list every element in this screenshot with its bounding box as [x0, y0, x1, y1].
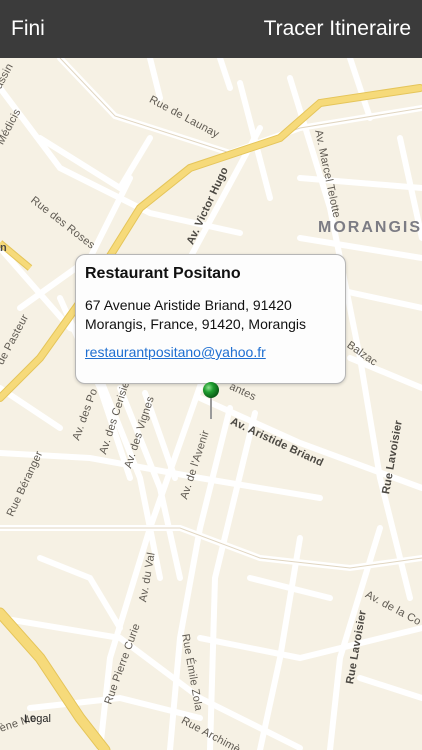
done-button[interactable]: Fini	[11, 17, 45, 41]
place-callout[interactable]: Restaurant Positano 67 Avenue Aristide B…	[75, 254, 346, 384]
city-label: MORANGIS	[318, 219, 422, 236]
map-view[interactable]: Rue de Launay Médicis assin Av. Marcel T…	[0, 58, 422, 750]
address-line-2: Morangis, France, 91420, Morangis	[85, 316, 306, 332]
street-label: n	[0, 242, 7, 254]
address-line-1: 67 Avenue Aristide Briand, 91420	[85, 297, 292, 313]
place-name: Restaurant Positano	[85, 265, 241, 282]
legal-link[interactable]: Legal	[24, 713, 51, 725]
directions-button[interactable]: Tracer Itineraire	[264, 17, 411, 41]
email-link[interactable]: restaurantpositano@yahoo.fr	[85, 344, 266, 360]
map-pin-icon[interactable]	[201, 382, 221, 420]
place-address: 67 Avenue Aristide Briand, 91420 Morangi…	[85, 296, 340, 334]
navigation-bar: Fini Tracer Itineraire	[0, 0, 422, 58]
